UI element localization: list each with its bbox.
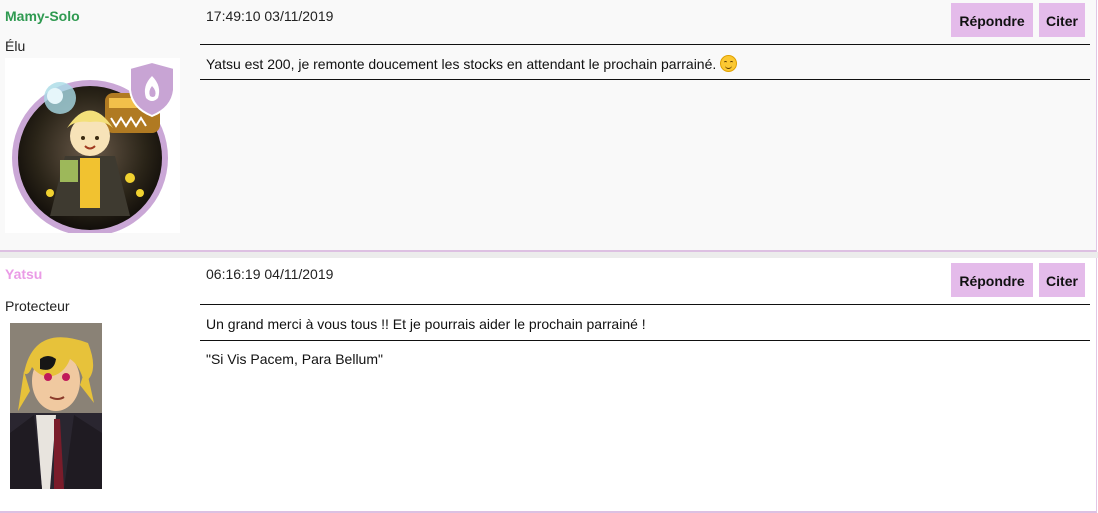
message-top-divider [200,44,1090,45]
smiling-face-icon [720,55,738,72]
post-timestamp: 17:49:10 03/11/2019 [206,8,334,24]
forum-thread: Mamy-Solo Élu 17:49:10 03/11/2019 Répond… [0,0,1098,513]
post-message-text: Yatsu est 200, je remonte doucement les … [206,56,717,72]
post-author-rank: Protecteur [5,298,70,314]
post-signature: "Si Vis Pacem, Para Bellum" [206,351,383,367]
post-message: Yatsu est 200, je remonte doucement les … [206,55,738,72]
forum-post: Yatsu Protecteur 06:16:19 04/11/2019 Rép… [0,258,1097,513]
post-message-text: Un grand merci à vous tous !! Et je pour… [206,316,646,332]
reply-button[interactable]: Répondre [951,3,1033,37]
avatar-image [10,323,102,489]
avatar-image [12,60,175,236]
post-author-name[interactable]: Yatsu [5,266,42,282]
author-avatar [10,323,102,489]
post-author-rank: Élu [5,38,26,54]
forum-post: Mamy-Solo Élu 17:49:10 03/11/2019 Répond… [0,0,1097,252]
quote-button[interactable]: Citer [1039,3,1085,37]
post-author-name[interactable]: Mamy-Solo [5,8,80,24]
message-top-divider [200,304,1090,305]
message-bottom-divider [200,340,1090,341]
post-timestamp: 06:16:19 04/11/2019 [206,266,334,282]
message-bottom-divider [200,79,1090,80]
author-avatar [5,58,180,236]
reply-button[interactable]: Répondre [951,263,1033,297]
quote-button[interactable]: Citer [1039,263,1085,297]
